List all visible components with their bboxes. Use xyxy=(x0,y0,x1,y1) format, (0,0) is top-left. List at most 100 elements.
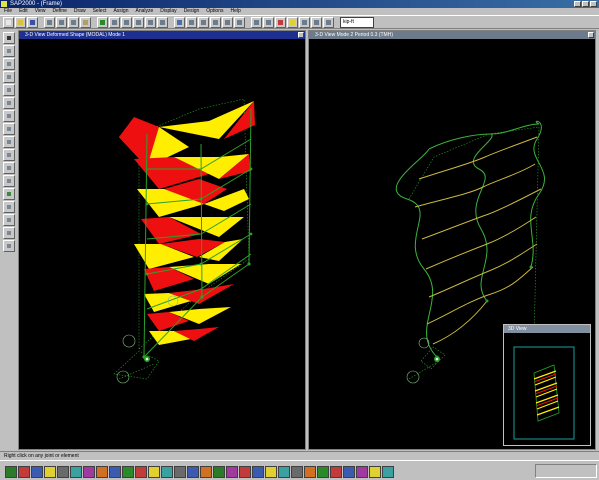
deformed-shape-canvas[interactable] xyxy=(19,39,305,449)
taskbar-app-icon[interactable] xyxy=(381,465,394,478)
draw-frame-icon[interactable] xyxy=(2,58,15,70)
draw-shell-icon[interactable] xyxy=(2,71,15,83)
snap-lines-icon[interactable] xyxy=(2,240,15,252)
intersecting-line-icon[interactable] xyxy=(2,175,15,187)
overview-window[interactable]: 3D View xyxy=(503,324,591,446)
refresh-icon[interactable] xyxy=(68,16,79,28)
menu-edit[interactable]: Edit xyxy=(19,8,28,15)
reshape-icon[interactable] xyxy=(2,45,15,57)
taskbar-app-icon[interactable] xyxy=(225,465,238,478)
taskbar-app-icon[interactable] xyxy=(17,465,30,478)
taskbar-app-icon[interactable] xyxy=(355,465,368,478)
units-selector[interactable]: kip-ft xyxy=(340,16,374,28)
snap-intersection-icon[interactable] xyxy=(2,214,15,226)
taskbar-app-icon[interactable] xyxy=(277,465,290,478)
taskbar-app-icon[interactable] xyxy=(69,465,82,478)
taskbar-app-icon[interactable] xyxy=(56,465,69,478)
taskbar-app-icon[interactable] xyxy=(95,465,108,478)
taskbar-app-icon[interactable] xyxy=(212,465,225,478)
system-tray xyxy=(535,463,597,478)
menu-draw[interactable]: Draw xyxy=(74,8,86,15)
taskbar-app-icon[interactable] xyxy=(303,465,316,478)
open-icon[interactable] xyxy=(15,16,26,28)
show-forces-icon[interactable] xyxy=(287,16,298,28)
right-viewport-close-icon[interactable] xyxy=(588,32,594,38)
rotate-icon[interactable] xyxy=(222,16,233,28)
menu-assign[interactable]: Assign xyxy=(113,8,128,15)
run-analysis-icon[interactable] xyxy=(97,16,108,28)
menu-analyze[interactable]: Analyze xyxy=(135,8,153,15)
menu-select[interactable]: Select xyxy=(93,8,107,15)
menu-display[interactable]: Display xyxy=(160,8,176,15)
taskbar-app-icon[interactable] xyxy=(82,465,95,478)
zoom-in-icon[interactable] xyxy=(121,16,132,28)
perspective-icon[interactable] xyxy=(234,16,245,28)
element-info-icon[interactable] xyxy=(323,16,334,28)
view-3d-icon[interactable] xyxy=(174,16,185,28)
app-icon[interactable] xyxy=(1,1,7,7)
taskbar-app-icon[interactable] xyxy=(108,465,121,478)
start-icon[interactable] xyxy=(4,465,17,478)
taskbar-app-icon[interactable] xyxy=(173,465,186,478)
taskbar-app-icon[interactable] xyxy=(186,465,199,478)
taskbar-app-icon[interactable] xyxy=(238,465,251,478)
minimize-button[interactable] xyxy=(574,1,581,7)
menu-bar: File Edit View Define Draw Select Assign… xyxy=(0,8,599,15)
taskbar-app-icon[interactable] xyxy=(160,465,173,478)
taskbar-app-icon[interactable] xyxy=(134,465,147,478)
redo-icon[interactable] xyxy=(56,16,67,28)
show-stress-icon[interactable] xyxy=(299,16,310,28)
clear-selection-icon[interactable] xyxy=(2,162,15,174)
taskbar-app-icon[interactable] xyxy=(251,465,264,478)
taskbar-app-icon[interactable] xyxy=(199,465,212,478)
view-xz-icon[interactable] xyxy=(198,16,209,28)
menu-define[interactable]: Define xyxy=(52,8,66,15)
show-undeformed-icon[interactable] xyxy=(251,16,262,28)
save-icon[interactable] xyxy=(27,16,38,28)
zoom-out-icon[interactable] xyxy=(133,16,144,28)
snap-joints-icon[interactable] xyxy=(2,188,15,200)
zoom-window-icon[interactable] xyxy=(109,16,120,28)
taskbar-app-icon[interactable] xyxy=(290,465,303,478)
view-xy-icon[interactable] xyxy=(186,16,197,28)
left-viewport[interactable]: 3-D View Deformed Shape (MODAL) Mode 1 xyxy=(18,30,306,450)
taskbar-app-icon[interactable] xyxy=(342,465,355,478)
taskbar-app-icon[interactable] xyxy=(147,465,160,478)
quick-draw-shell-icon[interactable] xyxy=(2,97,15,109)
taskbar-app-icon[interactable] xyxy=(316,465,329,478)
menu-file[interactable]: File xyxy=(4,8,12,15)
snap-midpoint-icon[interactable] xyxy=(2,201,15,213)
title-bar: SAP2000 - (Frame) xyxy=(0,0,599,8)
select-all-icon[interactable] xyxy=(2,136,15,148)
lock-icon[interactable] xyxy=(80,16,91,28)
restore-view-icon[interactable] xyxy=(157,16,168,28)
view-yz-icon[interactable] xyxy=(210,16,221,28)
draw-solid-icon[interactable] xyxy=(2,123,15,135)
taskbar-app-icon[interactable] xyxy=(368,465,381,478)
taskbar-app-icon[interactable] xyxy=(264,465,277,478)
snap-perpendicular-icon[interactable] xyxy=(2,227,15,239)
close-button[interactable] xyxy=(590,1,597,7)
menu-view[interactable]: View xyxy=(35,8,46,15)
new-model-icon[interactable] xyxy=(3,16,14,28)
pan-icon[interactable] xyxy=(145,16,156,28)
design-icon[interactable] xyxy=(311,16,322,28)
menu-help[interactable]: Help xyxy=(231,8,241,15)
menu-options[interactable]: Options xyxy=(206,8,223,15)
show-loads-icon[interactable] xyxy=(263,16,274,28)
taskbar-app-icon[interactable] xyxy=(43,465,56,478)
draw-rect-shell-icon[interactable] xyxy=(2,110,15,122)
menu-design[interactable]: Design xyxy=(184,8,200,15)
maximize-button[interactable] xyxy=(582,1,589,7)
taskbar-app-icon[interactable] xyxy=(121,465,134,478)
undo-icon[interactable] xyxy=(44,16,55,28)
left-viewport-close-icon[interactable] xyxy=(298,32,304,38)
taskbar-app-icon[interactable] xyxy=(329,465,342,478)
quick-draw-frame-icon[interactable] xyxy=(2,84,15,96)
get-previous-selection-icon[interactable] xyxy=(2,149,15,161)
show-deformed-icon[interactable] xyxy=(275,16,286,28)
taskbar-app-icon[interactable] xyxy=(30,465,43,478)
overview-canvas[interactable] xyxy=(504,333,590,445)
app-window: SAP2000 - (Frame) File Edit View Define … xyxy=(0,0,599,480)
pointer-icon[interactable] xyxy=(2,32,15,44)
